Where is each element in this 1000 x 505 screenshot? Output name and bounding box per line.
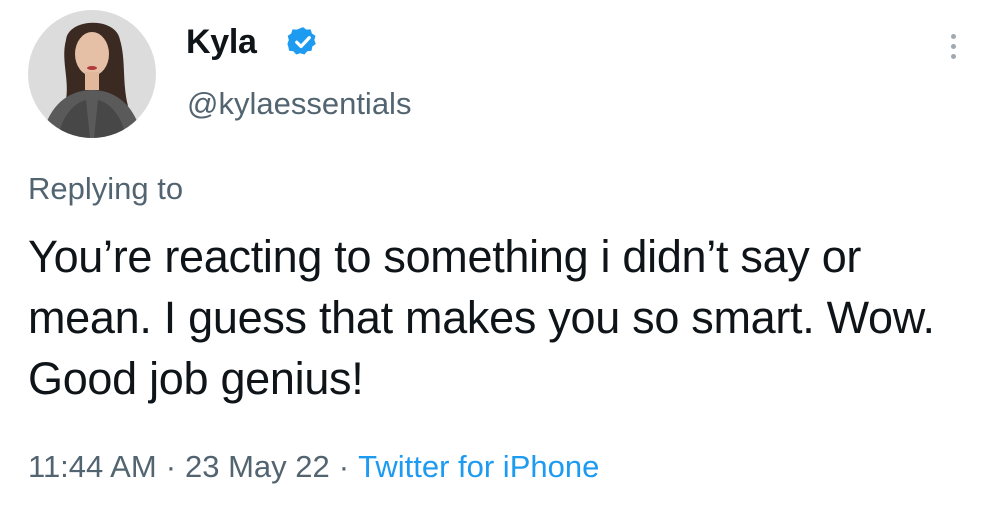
meta-separator: · [338, 449, 350, 484]
tweet-source-link[interactable]: Twitter for iPhone [358, 449, 599, 484]
tweet-text: You’re reacting to something i didn’t sa… [28, 231, 935, 404]
user-handle[interactable]: @kylaessentials [187, 84, 411, 124]
replying-to-label: Replying to [28, 171, 184, 206]
tweet-metadata: 11:44 AM · 23 May 22 · Twitter for iPhone [28, 447, 599, 487]
more-dot [950, 53, 956, 59]
avatar-photo-icon [28, 10, 156, 138]
more-vertical-icon[interactable] [938, 26, 968, 66]
display-name[interactable]: Kyla [186, 22, 257, 62]
tweet-time[interactable]: 11:44 AM [28, 449, 157, 484]
more-dot [950, 33, 956, 39]
avatar[interactable] [28, 10, 156, 138]
tweet-card: Kyla @kylaessentials Replying to You’re … [0, 0, 1000, 505]
tweet-date[interactable]: 23 May 22 [185, 449, 330, 484]
verified-badge-icon [287, 27, 316, 55]
more-dot [950, 43, 956, 49]
meta-separator: · [165, 449, 177, 484]
